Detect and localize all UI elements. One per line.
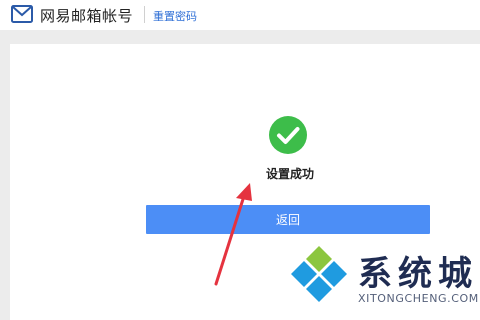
envelope-icon	[11, 5, 33, 23]
annotation-arrow	[214, 183, 252, 286]
top-bar: 网易邮箱帐号 重置密码	[0, 0, 480, 30]
success-message: 设置成功	[266, 167, 315, 181]
breadcrumb-reset-password[interactable]: 重置密码	[153, 8, 197, 24]
checkmark-circle-icon	[269, 116, 307, 154]
header-divider	[144, 6, 145, 23]
watermark-title: 系统城	[358, 254, 478, 294]
watermark-logo-icon	[291, 246, 347, 302]
watermark-url: XITONGCHENG.COM	[358, 292, 479, 305]
back-button[interactable]: 返回	[146, 205, 430, 234]
brand-title: 网易邮箱帐号	[40, 7, 134, 25]
